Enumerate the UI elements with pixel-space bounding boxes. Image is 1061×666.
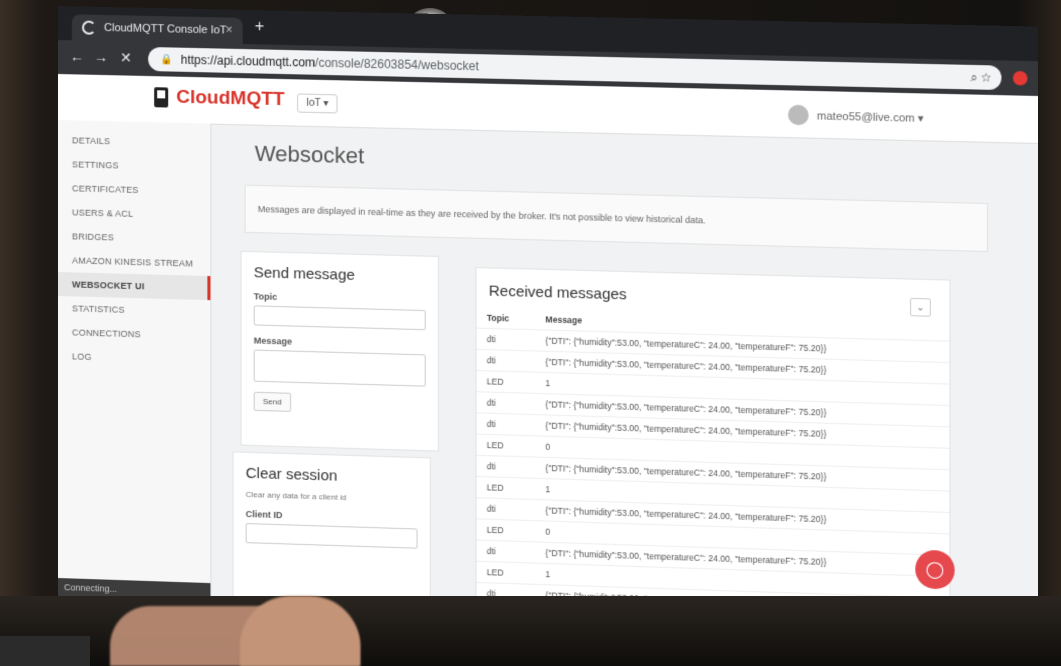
- new-tab-button[interactable]: +: [255, 18, 264, 36]
- url-path: /console/82603854/websocket: [315, 55, 479, 74]
- row-topic: dti: [476, 455, 536, 479]
- row-topic: LED: [476, 476, 536, 500]
- received-messages-card: Received messages ⌄ Topic Message dti {"D…: [475, 267, 951, 630]
- page-title: Websocket: [254, 140, 365, 169]
- row-topic: LED: [476, 434, 536, 458]
- row-topic: dti: [476, 328, 536, 351]
- message-textarea[interactable]: [253, 349, 426, 387]
- chevron-down-icon[interactable]: ⌄: [910, 297, 931, 317]
- client-id-label: Client ID: [245, 508, 283, 521]
- user-menu[interactable]: mateo55@live.com ▾: [788, 104, 924, 128]
- row-topic: dti: [476, 497, 536, 521]
- send-message-card: Send message Topic Message Send: [240, 250, 439, 452]
- row-topic: LED: [476, 370, 536, 394]
- sidebar: DETAILS SETTINGS CERTIFICATES USERS & AC…: [58, 120, 212, 602]
- topic-label: Topic: [253, 291, 278, 302]
- keyboard: [0, 636, 90, 666]
- row-topic: LED: [476, 518, 536, 542]
- row-topic: dti: [476, 540, 536, 564]
- row-topic: dti: [476, 391, 536, 415]
- extension-icon[interactable]: [1012, 70, 1028, 86]
- info-panel: Messages are displayed in real-time as t…: [244, 184, 988, 252]
- sidebar-item-details[interactable]: DETAILS: [58, 128, 210, 156]
- lock-icon: 🔒: [160, 53, 173, 66]
- row-topic: LED: [476, 561, 536, 585]
- back-button[interactable]: ←: [70, 48, 84, 64]
- chat-button[interactable]: ◯: [915, 549, 955, 590]
- main-content: Websocket Messages are displayed in real…: [210, 124, 1038, 630]
- row-topic: dti: [476, 412, 536, 436]
- user-email: mateo55@live.com ▾: [817, 109, 924, 125]
- logo-text: CloudMQTT: [176, 86, 285, 111]
- instance-select[interactable]: IoT ▾: [297, 93, 338, 114]
- clear-description: Clear any data for a client id: [245, 489, 347, 503]
- cloudmqtt-logo[interactable]: CloudMQTT: [154, 86, 285, 111]
- col-topic: Topic: [486, 312, 510, 324]
- row-topic: dti: [476, 349, 536, 373]
- client-id-input[interactable]: [245, 523, 418, 549]
- send-title: Send message: [253, 264, 355, 284]
- tab-close-icon[interactable]: ×: [225, 23, 232, 37]
- chat-icon: ◯: [925, 561, 945, 580]
- browser-tab[interactable]: CloudMQTT Console IoT ×: [71, 14, 243, 45]
- avatar: [788, 104, 809, 126]
- cloudmqtt-console: CloudMQTT IoT ▾ mateo55@live.com ▾ DETAI…: [58, 74, 1038, 630]
- topic-input[interactable]: [253, 305, 426, 331]
- url-host: https://api.cloudmqtt.com: [180, 52, 316, 70]
- tab-title: CloudMQTT Console IoT: [104, 21, 227, 37]
- stop-button[interactable]: ✕: [120, 49, 132, 66]
- send-button[interactable]: Send: [253, 391, 291, 412]
- photo-background: CloudMQTT Console IoT × + ← → ✕ 🔒 https:…: [0, 0, 1061, 666]
- sidebar-item-log[interactable]: LOG: [58, 344, 210, 372]
- forward-button[interactable]: →: [94, 49, 108, 65]
- received-table: Topic Message dti {"DTI": {"humidity":53.…: [476, 307, 950, 620]
- message-label: Message: [253, 335, 293, 347]
- clear-title: Clear session: [245, 464, 338, 485]
- bookmark-star-icon[interactable]: ⌕ ☆: [970, 69, 991, 85]
- logo-icon: [154, 87, 169, 108]
- laptop-screen: CloudMQTT Console IoT × + ← → ✕ 🔒 https:…: [58, 6, 1038, 630]
- clear-session-card: Clear session Clear any data for a clien…: [232, 451, 431, 615]
- received-title: Received messages: [488, 282, 627, 304]
- loading-icon: [81, 20, 97, 35]
